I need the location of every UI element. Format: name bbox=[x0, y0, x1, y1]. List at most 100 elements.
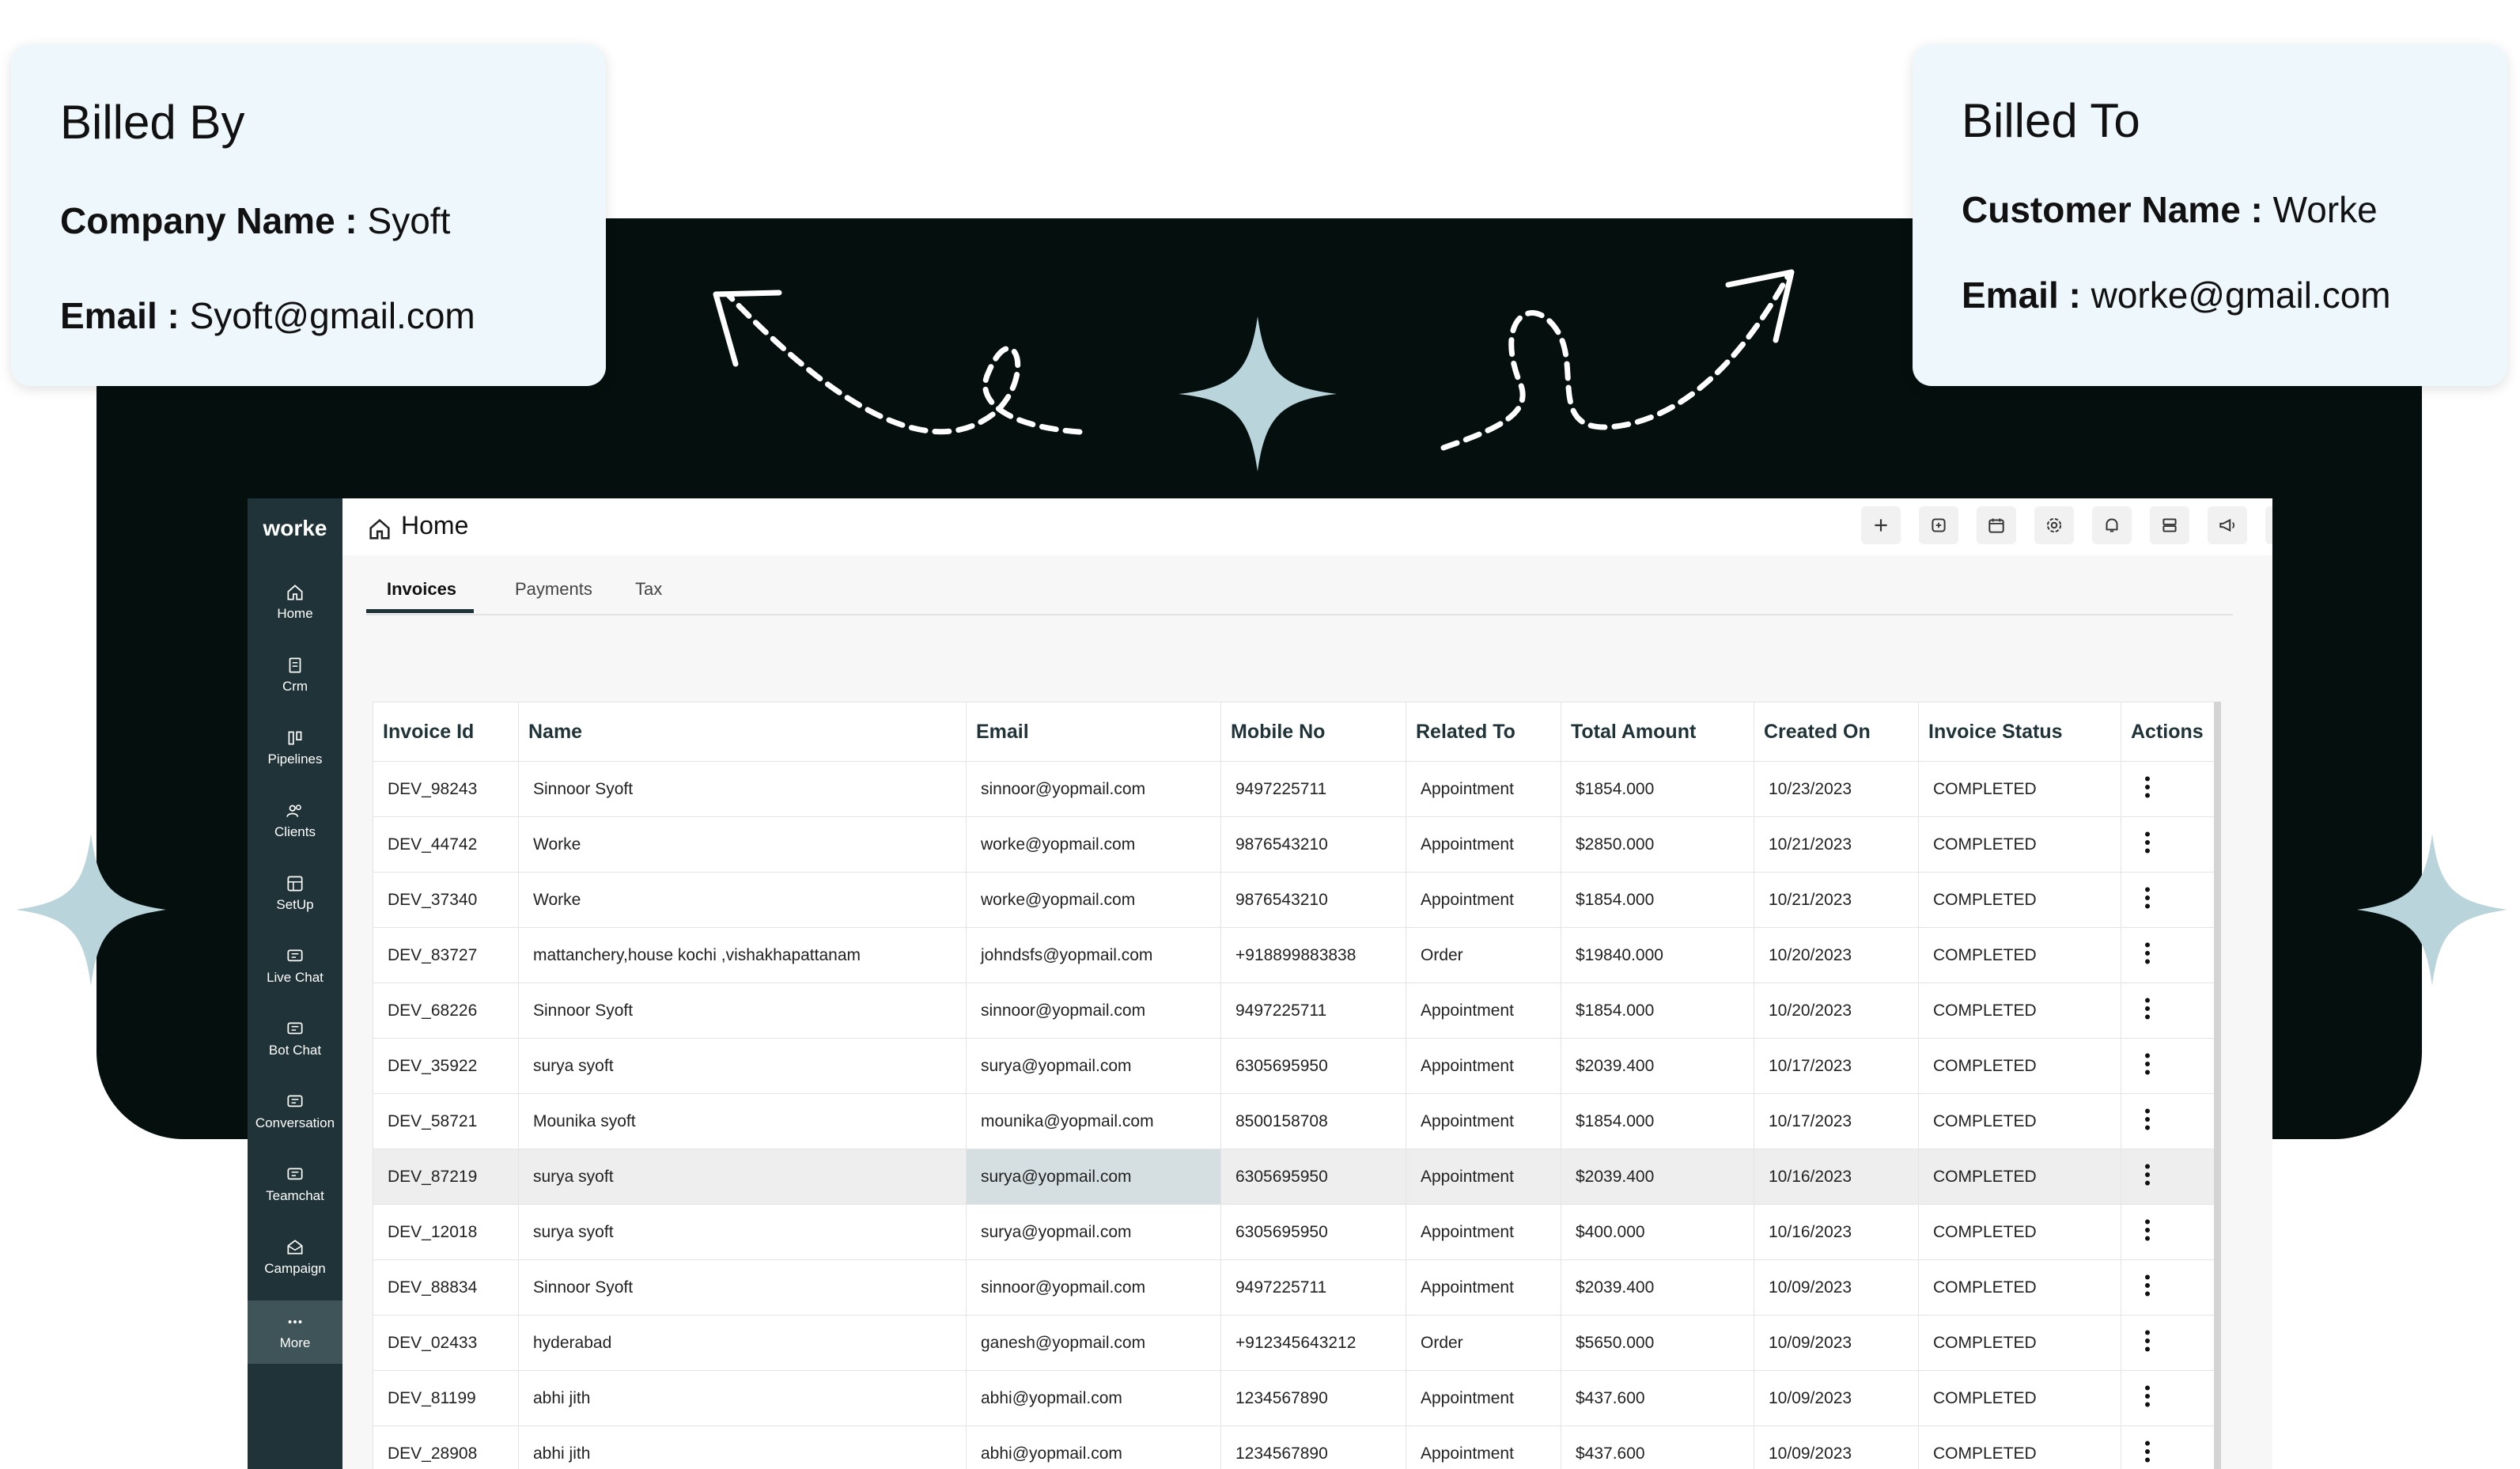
related-to-cell: Appointment bbox=[1406, 872, 1561, 928]
table-row[interactable]: DEV_28908 abhi jith abhi@yopmail.com 123456… bbox=[373, 1425, 2215, 1469]
created-on-cell: 10/21/2023 bbox=[1754, 872, 1919, 928]
column-header-name[interactable]: Name bbox=[518, 702, 967, 762]
column-header-invoice-status[interactable]: Invoice Status bbox=[1918, 702, 2121, 762]
email-cell: surya@yopmail.com bbox=[966, 1038, 1221, 1094]
name-cell: surya syoft bbox=[518, 1038, 967, 1094]
tab-tax[interactable]: Tax bbox=[635, 579, 662, 600]
row-actions-menu-icon[interactable] bbox=[2142, 1107, 2153, 1131]
customer-name-label: Customer Name : bbox=[1962, 189, 2263, 230]
row-actions-menu-icon[interactable] bbox=[2142, 1052, 2153, 1076]
calendar-button[interactable] bbox=[1977, 506, 2016, 544]
table-row[interactable]: DEV_88834 Sinnoor Syoft sinnoor@yopmail.co… bbox=[373, 1259, 2215, 1316]
chat-icon bbox=[287, 1168, 303, 1180]
sidebar-item-bot-chat[interactable]: Bot Chat bbox=[248, 1008, 342, 1071]
invoice-status-cell: COMPLETED bbox=[1918, 1315, 2121, 1371]
tab-invoices[interactable]: Invoices bbox=[387, 579, 456, 600]
left-star-icon bbox=[16, 834, 166, 986]
column-header-total-amount[interactable]: Total Amount bbox=[1561, 702, 1754, 762]
total-amount-cell: $2039.400 bbox=[1561, 1149, 1754, 1205]
row-actions-menu-icon[interactable] bbox=[2142, 1163, 2153, 1187]
table-row[interactable]: DEV_44742 Worke worke@yopmail.com 987654321… bbox=[373, 816, 2215, 873]
column-header-email[interactable]: Email bbox=[966, 702, 1221, 762]
announcements-button[interactable] bbox=[2208, 506, 2247, 544]
created-on-cell: 10/09/2023 bbox=[1754, 1425, 1919, 1469]
sidebar-item-pipelines[interactable]: Pipelines bbox=[248, 717, 342, 780]
sidebar-item-live-chat[interactable]: Live Chat bbox=[248, 935, 342, 998]
table-row[interactable]: DEV_83727 mattanchery,house kochi ,vishak… bbox=[373, 927, 2215, 983]
table-row[interactable]: DEV_02433 hyderabad ganesh@yopmail.com +912… bbox=[373, 1315, 2215, 1371]
more-icon bbox=[288, 1320, 302, 1323]
mobile-cell: 6305695950 bbox=[1220, 1149, 1406, 1205]
sidebar-item-crm[interactable]: Crm bbox=[248, 644, 342, 707]
storage-button[interactable] bbox=[2150, 506, 2189, 544]
sidebar-item-more[interactable]: More bbox=[248, 1301, 342, 1364]
row-actions-menu-icon[interactable] bbox=[2142, 1218, 2153, 1242]
related-to-cell: Appointment bbox=[1406, 1149, 1561, 1205]
table-row[interactable]: DEV_35922 surya syoft surya@yopmail.com 630… bbox=[373, 1038, 2215, 1094]
sidebar-item-clients[interactable]: Clients bbox=[248, 789, 342, 853]
campaign-icon bbox=[287, 1240, 303, 1255]
row-actions-menu-icon[interactable] bbox=[2142, 1384, 2153, 1408]
name-cell: hyderabad bbox=[518, 1315, 967, 1371]
table-header-row: Invoice Id Name Email Mobile No Related … bbox=[373, 702, 2215, 762]
related-to-cell: Order bbox=[1406, 927, 1561, 983]
column-header-related-to[interactable]: Related To bbox=[1406, 702, 1561, 762]
row-actions-menu-icon[interactable] bbox=[2142, 1440, 2153, 1463]
row-actions-menu-icon[interactable] bbox=[2142, 775, 2153, 799]
email-cell: sinnoor@yopmail.com bbox=[966, 1259, 1221, 1316]
home-icon bbox=[369, 518, 390, 540]
invoice-status-cell: COMPLETED bbox=[1918, 927, 2121, 983]
total-amount-cell: $5650.000 bbox=[1561, 1315, 1754, 1371]
billed-by-email-value: Syoft@gmail.com bbox=[189, 295, 475, 336]
column-header-mobile-no[interactable]: Mobile No bbox=[1220, 702, 1406, 762]
billed-to-email-value: worke@gmail.com bbox=[2091, 274, 2391, 316]
table-row[interactable]: DEV_68226 Sinnoor Syoft sinnoor@yopmail.co… bbox=[373, 982, 2215, 1039]
column-header-invoice-id[interactable]: Invoice Id bbox=[373, 702, 519, 762]
sidebar-item-setup[interactable]: SetUp bbox=[248, 862, 342, 926]
table-row[interactable]: DEV_58721 Mounika syoft mounika@yopmail.co… bbox=[373, 1093, 2215, 1149]
add-note-button[interactable] bbox=[1919, 506, 1958, 544]
invoice-id-cell: DEV_98243 bbox=[373, 761, 519, 817]
add-button[interactable] bbox=[1861, 506, 1901, 544]
tab-payments[interactable]: Payments bbox=[515, 579, 592, 600]
vertical-scrollbar[interactable] bbox=[2214, 702, 2221, 1469]
email-cell: surya@yopmail.com bbox=[966, 1149, 1221, 1205]
sidebar-item-home[interactable]: Home bbox=[248, 571, 342, 634]
topbar: Home bbox=[342, 498, 2272, 556]
actions-cell bbox=[2121, 761, 2215, 817]
user-menu-button[interactable] bbox=[2265, 506, 2272, 544]
actions-cell bbox=[2121, 1425, 2215, 1469]
row-actions-menu-icon[interactable] bbox=[2142, 831, 2153, 854]
table-row[interactable]: DEV_81199 abhi jith abhi@yopmail.com 123456… bbox=[373, 1370, 2215, 1426]
table-row[interactable]: DEV_12018 surya syoft surya@yopmail.com 630… bbox=[373, 1204, 2215, 1260]
row-actions-menu-icon[interactable] bbox=[2142, 1274, 2153, 1297]
notifications-button[interactable] bbox=[2092, 506, 2132, 544]
sidebar-item-campaign[interactable]: Campaign bbox=[248, 1226, 342, 1289]
email-cell: abhi@yopmail.com bbox=[966, 1425, 1221, 1469]
actions-cell bbox=[2121, 927, 2215, 983]
main-content: Invoices Payments Tax Invoice Id Name Em… bbox=[342, 555, 2272, 1469]
name-cell: surya syoft bbox=[518, 1204, 967, 1260]
sidebar-item-conversation[interactable]: Conversation bbox=[248, 1081, 342, 1144]
customer-name-line: Customer Name : Worke bbox=[1962, 188, 2378, 231]
related-to-cell: Appointment bbox=[1406, 1093, 1561, 1149]
sidebar-item-teamchat[interactable]: Teamchat bbox=[248, 1153, 342, 1217]
invoice-id-cell: DEV_68226 bbox=[373, 982, 519, 1039]
page-title: Home bbox=[401, 511, 469, 540]
row-actions-menu-icon[interactable] bbox=[2142, 1329, 2153, 1353]
column-header-created-on[interactable]: Created On bbox=[1754, 702, 1919, 762]
row-actions-menu-icon[interactable] bbox=[2142, 997, 2153, 1020]
table-row[interactable]: DEV_37340 Worke worke@yopmail.com 987654321… bbox=[373, 872, 2215, 928]
table-row[interactable]: DEV_87219 surya syoft surya@yopmail.com 630… bbox=[373, 1149, 2215, 1205]
row-actions-menu-icon[interactable] bbox=[2142, 886, 2153, 910]
settings-button[interactable] bbox=[2034, 506, 2074, 544]
sidebar-item-label: Pipelines bbox=[267, 752, 323, 767]
table-row[interactable]: DEV_98243 Sinnoor Syoft sinnoor@yopmail.co… bbox=[373, 761, 2215, 817]
row-actions-menu-icon[interactable] bbox=[2142, 941, 2153, 965]
created-on-cell: 10/17/2023 bbox=[1754, 1093, 1919, 1149]
tab-bar: Invoices Payments Tax bbox=[366, 555, 2233, 615]
created-on-cell: 10/20/2023 bbox=[1754, 982, 1919, 1039]
name-cell: Sinnoor Syoft bbox=[518, 982, 967, 1039]
invoices-table: Invoice Id Name Email Mobile No Related … bbox=[373, 702, 2215, 1469]
total-amount-cell: $1854.000 bbox=[1561, 761, 1754, 817]
